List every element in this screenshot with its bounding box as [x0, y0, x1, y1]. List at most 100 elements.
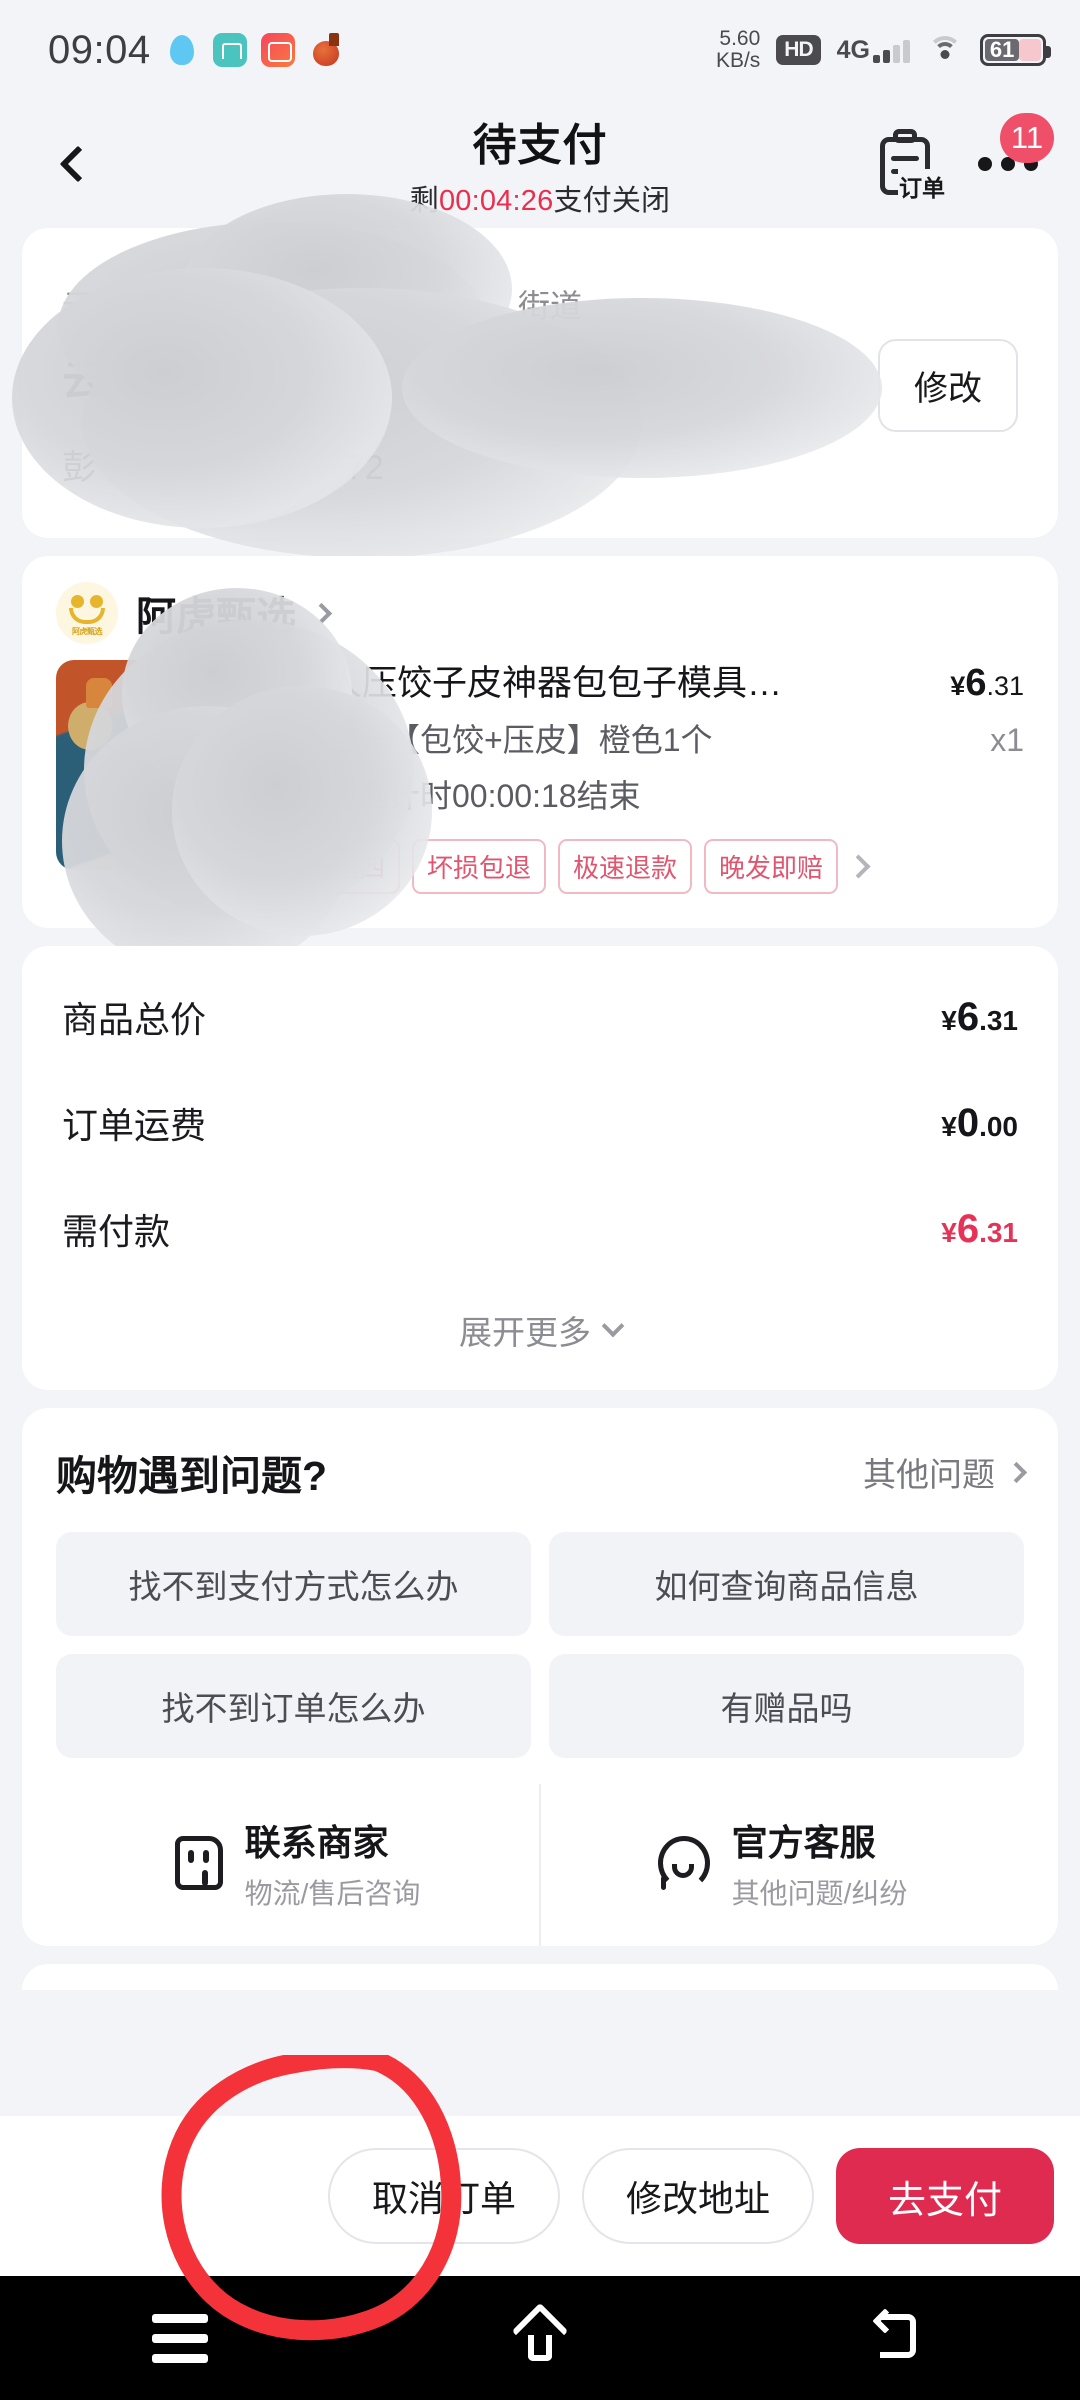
cellular-signal-icon: 4G: [836, 35, 910, 64]
taobao-icon: [309, 33, 343, 67]
cancel-order-button[interactable]: 取消订单: [327, 2148, 560, 2244]
summary-value-total: ¥6.31: [941, 1207, 1018, 1252]
go-to-pay-button[interactable]: 去支付: [835, 2148, 1054, 2244]
network-speed-unit: KB/s: [715, 49, 761, 72]
product-thumbnail[interactable]: [56, 660, 266, 870]
qq-icon: [165, 33, 199, 67]
hd-icon: HD: [776, 35, 821, 65]
battery-icon: 61: [980, 34, 1051, 66]
back-chevron-icon: [59, 145, 97, 183]
product-tag[interactable]: 一赔四: [292, 839, 401, 895]
summary-int: 6: [956, 1206, 980, 1251]
notification-badge: 11: [1000, 113, 1054, 163]
status-bar: 09:04 5.60 KB/s HD 4G 61: [0, 0, 1080, 100]
contact-merchant-text: 联系商家 物流/售后咨询: [245, 1814, 421, 1912]
official-support-title: 官方客服: [731, 1822, 876, 1864]
countdown-timer: 00:04:26: [438, 185, 554, 217]
summary-value: ¥0.00: [941, 1101, 1018, 1146]
status-bar-clock: 09:04: [48, 27, 151, 72]
product-row[interactable]: 懒人压饺子皮神器包包子模具… ¥6.31 二合一【包饺+压皮】橙色1个 x1 活…: [56, 660, 1024, 895]
page-title: 待支付: [472, 121, 608, 170]
chevron-down-icon: [601, 1315, 625, 1338]
summary-label: 商品总价: [62, 999, 207, 1041]
official-support-subtitle: 其他问题/纠纷: [731, 1878, 908, 1910]
android-nav-bar: [0, 2276, 1080, 2400]
help-chip[interactable]: 有赠品吗: [549, 1654, 1024, 1759]
summary-value: ¥6.31: [941, 995, 1018, 1040]
battery-percent: 61: [989, 37, 1015, 62]
address-text-block: 云南省 街道 云 彭 72: [62, 281, 852, 489]
address-card[interactable]: 云南省 街道 云 彭 72 修改: [12, 194, 1058, 558]
summary-currency: ¥: [941, 1004, 957, 1036]
back-button[interactable]: [46, 132, 110, 196]
help-title: 购物遇到问题?: [56, 1453, 328, 1500]
help-chip[interactable]: 找不到支付方式怎么办: [56, 1532, 531, 1637]
contact-row: 联系商家 物流/售后咨询 官方客服 其他问题/纠纷: [56, 1784, 1024, 1947]
summary-label: 订单运费: [62, 1105, 207, 1147]
address-region-head: 云南省: [62, 288, 159, 325]
product-tag[interactable]: 极速退款: [558, 839, 693, 895]
product-price-dec: .31: [986, 671, 1024, 701]
help-chip[interactable]: 找不到订单怎么办: [56, 1654, 531, 1759]
product-title: 懒人压饺子皮神器包包子模具…: [292, 664, 783, 703]
bottom-action-bar: 取消订单 修改地址 去支付: [0, 2116, 1080, 2276]
recents-icon[interactable]: [151, 2313, 208, 2363]
product-card[interactable]: 阿虎甄选 阿虎甄选 懒人压饺子皮神器包包子模具… ¥6.31 二合一【包饺+压皮…: [22, 556, 1058, 976]
edit-address-button[interactable]: 修改: [878, 338, 1018, 432]
product-quantity: x1: [990, 721, 1024, 758]
back-icon[interactable]: [872, 2308, 928, 2366]
summary-int: 0: [956, 1100, 980, 1145]
clipboard-order-icon[interactable]: 订单: [876, 129, 946, 203]
chevron-right-icon[interactable]: [846, 854, 871, 879]
summary-currency: ¥: [941, 1216, 957, 1248]
chat-bubble-icon: [174, 1836, 223, 1891]
expand-more-button[interactable]: 展开更多: [62, 1282, 1018, 1364]
home-icon[interactable]: [511, 2302, 569, 2367]
countdown-suffix: 支付关闭: [553, 185, 671, 217]
product-price-int: 6: [965, 662, 987, 704]
contact-merchant-title: 联系商家: [244, 1822, 389, 1864]
summary-dec: .00: [979, 1110, 1018, 1142]
wifi-icon: [926, 36, 964, 64]
help-header: 购物遇到问题? 其他问题: [56, 1442, 1028, 1502]
network-speed-value: 5.60: [719, 27, 761, 50]
summary-row: 订单运费 ¥0.00: [62, 1070, 1018, 1176]
address-region: 云南省 街道: [62, 281, 852, 327]
summary-row: 商品总价 ¥6.31: [62, 964, 1018, 1070]
official-support-button[interactable]: 官方客服 其他问题/纠纷: [539, 1784, 1024, 1947]
help-chip[interactable]: 如何查询商品信息: [549, 1532, 1024, 1637]
product-tag[interactable]: 坏损包退: [412, 839, 547, 895]
network-speed: 5.60 KB/s: [716, 28, 760, 72]
product-spec-row: 二合一【包饺+压皮】橙色1个 x1: [292, 720, 1024, 762]
status-bar-left: 09:04: [48, 28, 343, 73]
product-tag-row[interactable]: 一赔四 坏损包退 极速退款 晚发即赔: [292, 839, 1024, 895]
other-questions-link[interactable]: 其他问题: [863, 1448, 1028, 1496]
status-bar-right: 5.60 KB/s HD 4G 61: [716, 28, 1051, 72]
product-price: ¥6.31: [950, 662, 1024, 705]
expand-more-label: 展开更多: [459, 1314, 591, 1352]
address-region-tail: 街道: [518, 288, 583, 325]
summary-row: 需付款 ¥6.31: [62, 1176, 1018, 1282]
help-chip-grid: 找不到支付方式怎么办 如何查询商品信息 找不到订单怎么办 有赠品吗: [56, 1532, 1024, 1759]
help-card: 购物遇到问题? 其他问题 找不到支付方式怎么办 如何查询商品信息 找不到订单怎么…: [22, 1408, 1058, 1947]
shop-logo-text: 阿虎甄选: [72, 627, 103, 636]
modify-address-button[interactable]: 修改地址: [581, 2148, 814, 2244]
headset-support-icon: [657, 1836, 710, 1891]
product-tag[interactable]: 晚发即赔: [704, 839, 839, 895]
more-dots-icon[interactable]: 11: [976, 113, 1054, 185]
countdown-line: 剩00:04:26支付关闭: [410, 177, 671, 219]
network-type-label: 4G: [836, 35, 870, 64]
product-price-currency: ¥: [950, 671, 966, 701]
price-summary-card: 商品总价 ¥6.31 订单运费 ¥0.00 需付款 ¥6.31 展开更多: [22, 946, 1058, 1391]
other-questions-label: 其他问题: [863, 1456, 995, 1494]
address-contact: 彭 72: [62, 440, 852, 489]
shop-row[interactable]: 阿虎甄选 阿虎甄选: [56, 582, 1024, 644]
address-contact-phone: 72: [346, 448, 384, 487]
order-icon-label: 订单: [898, 169, 946, 203]
product-info: 懒人压饺子皮神器包包子模具… ¥6.31 二合一【包饺+压皮】橙色1个 x1 活…: [292, 660, 1024, 895]
address-contact-name: 彭: [62, 448, 96, 487]
signal-bars-icon: [873, 39, 910, 63]
shop-logo-icon: 阿虎甄选: [56, 582, 118, 644]
contact-merchant-button[interactable]: 联系商家 物流/售后咨询: [56, 1784, 539, 1946]
chevron-right-icon: [310, 602, 333, 624]
